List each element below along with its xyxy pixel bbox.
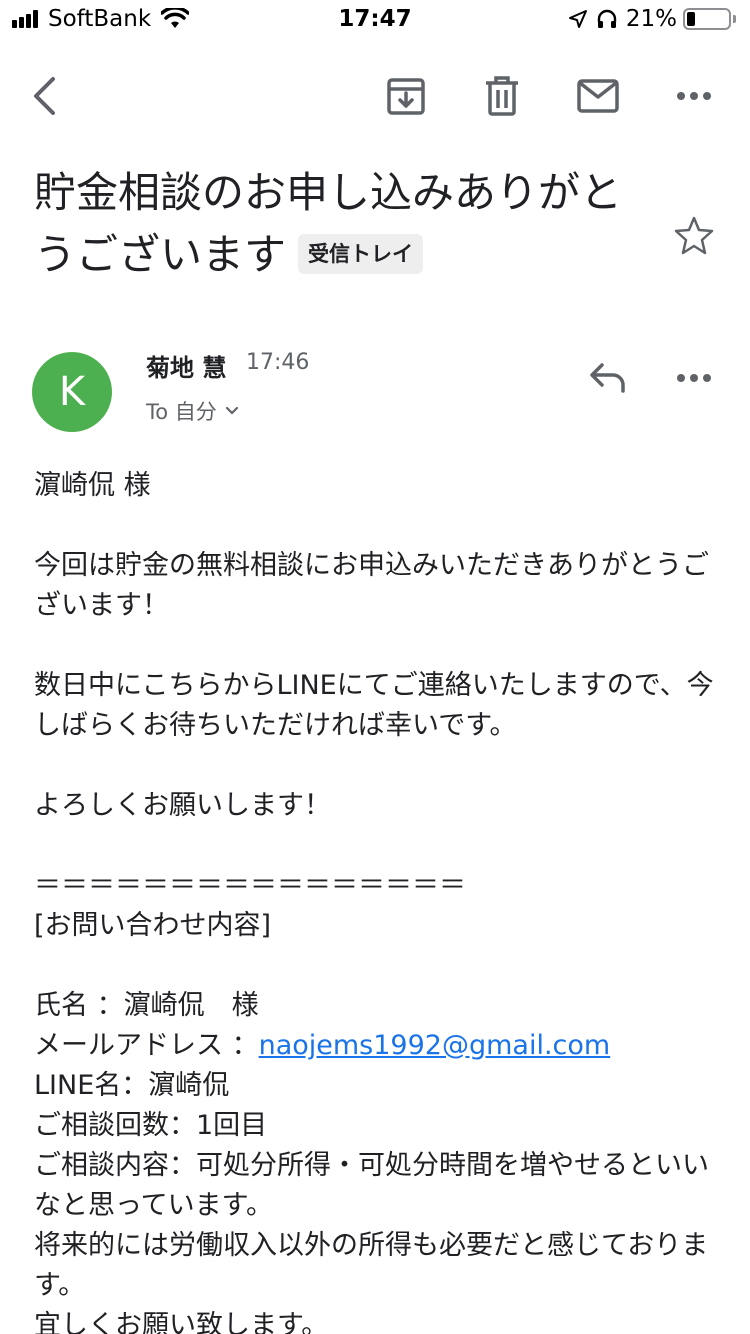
battery-icon [683,8,731,30]
battery-tip [733,15,736,23]
body-paragraph-1: 今回は貯金の無料相談にお申込みいただきありがとうございます！ [34,550,709,621]
email-screen: SoftBank 17:47 21% 貯金相談のお申し込みありがとうございます … [0,0,750,1334]
mark-unread-button[interactable] [558,56,638,136]
status-bar: SoftBank 17:47 21% [0,0,750,40]
inquiry-heading: [お問い合わせ内容] [34,910,272,941]
inquiry-email: メールアドレス ：naojems1992@gmail.com [34,1026,724,1066]
battery-fill [687,12,695,26]
sender-name: 菊地 慧 [146,354,227,382]
status-right: 21% [568,6,736,32]
sent-time: 17:46 [246,350,310,375]
reply-button[interactable] [580,350,636,406]
reply-icon [590,363,625,393]
message-more-button[interactable] [666,350,722,406]
star-icon [674,216,714,255]
back-arrow-icon [34,77,55,115]
email-label: メールアドレス ： [34,1030,259,1061]
more-icon [677,92,711,100]
more-options-button[interactable] [654,56,734,136]
email-toolbar [0,56,750,136]
delete-button[interactable] [462,56,542,136]
mail-icon [577,79,619,113]
archive-button[interactable] [366,56,446,136]
recipient-text: To 自分 [146,400,217,424]
star-button[interactable] [672,214,716,258]
email-subject: 貯金相談のお申し込みありがとうございます 受信トレイ [34,162,644,286]
more-icon [677,374,711,382]
location-icon [568,10,587,28]
body-paragraph-3: よろしくお願いします！ [34,790,331,821]
back-button[interactable] [4,56,84,136]
inquiry-consult-count: ご相談回数：1回目 [34,1110,268,1141]
headphones-icon [597,9,617,28]
body-paragraph-2: 数日中にこちらからLINEにてご連絡いたしますので、今しばらくお待ちいただければ… [34,670,714,741]
separator-line: ＝＝＝＝＝＝＝＝＝＝＝＝＝＝＝＝ [34,870,466,901]
battery-percent: 21% [625,6,677,32]
chevron-down-icon [225,406,238,415]
inquiry-line-name: LINE名：濵崎侃 [34,1070,230,1101]
sender-avatar[interactable]: K [32,352,112,432]
trash-icon [486,76,518,116]
archive-icon [387,78,425,115]
recipient-toggle[interactable]: To 自分 [146,396,239,426]
email-link[interactable]: naojems1992@gmail.com [259,1030,611,1061]
closing: 宜しくお願い致します。 [34,1310,329,1334]
inbox-label-chip[interactable]: 受信トレイ [298,233,424,274]
inquiry-name: 氏名 ：濵崎侃 様 [34,990,259,1021]
email-body: 濵崎侃 様 今回は貯金の無料相談にお申込みいただきありがとうございます！ 数日中… [34,466,724,1334]
inquiry-consult-content-2: 将来的には労働収入以外の所得も必要だと感じております。 [34,1230,709,1301]
salutation: 濵崎侃 様 [34,470,151,501]
inquiry-consult-content: ご相談内容：可処分所得・可処分時間を増やせるといいなと思っています。 [34,1150,709,1221]
